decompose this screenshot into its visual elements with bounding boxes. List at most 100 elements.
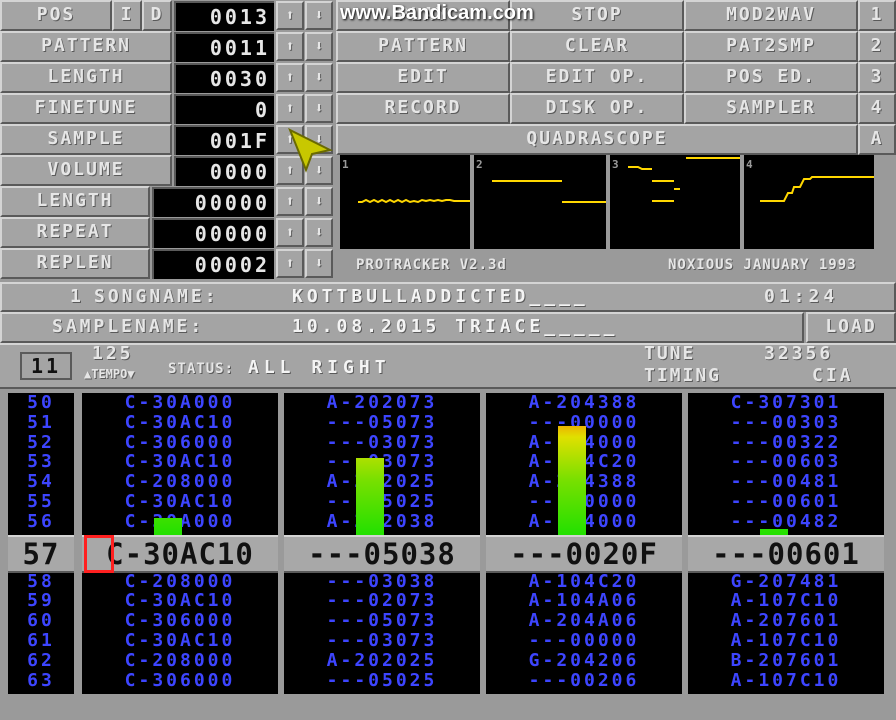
pattern-row: ---00481	[730, 471, 842, 493]
pattern-row: ---00303	[730, 411, 842, 433]
row-number: 58	[27, 570, 55, 592]
quadrascope-title: QUADRASCOPE	[336, 124, 858, 155]
tab-3-button[interactable]: 3	[858, 62, 896, 93]
pattern-row: C-306000	[124, 610, 236, 632]
pattern-row: G-204206	[528, 649, 640, 671]
pattern-row: C-208000	[124, 570, 236, 592]
pattern-row: A-204388	[528, 393, 640, 413]
status-label: STATUS:	[168, 361, 235, 377]
bpm-value: 125	[92, 343, 134, 364]
disk-op-button[interactable]: DISK OP.	[510, 93, 684, 124]
timing-value[interactable]: CIA	[812, 364, 854, 388]
replen-up-arrow-icon[interactable]: ⬆	[276, 249, 304, 278]
pattern-row: A-204A06	[528, 610, 640, 632]
pattern-row: ---00603	[730, 451, 842, 473]
pattern-row: ---05073	[326, 610, 438, 632]
current-row-channel-4[interactable]: ---00601	[688, 535, 884, 573]
finetune-down-arrow-icon[interactable]: ⬇	[305, 94, 333, 123]
pattern-play-button[interactable]: PATTERN	[336, 31, 510, 62]
pattern-row: A-107C10	[730, 669, 842, 691]
length-value: 0030	[174, 63, 274, 93]
tune-value: 32356	[764, 343, 834, 364]
sample-length-value: 00000	[152, 187, 274, 217]
pattern-row: A-104A06	[528, 590, 640, 612]
repeat-up-arrow-icon[interactable]: ⬆	[276, 218, 304, 247]
volume-value: 0000	[174, 156, 274, 186]
pattern-up-arrow-icon[interactable]: ⬆	[276, 32, 304, 61]
credit-label: NOXIOUS JANUARY 1993	[668, 257, 857, 273]
sample-length-label: LENGTH	[0, 186, 150, 217]
song-time: 01:24	[764, 286, 839, 307]
clear-button[interactable]: CLEAR	[510, 31, 684, 62]
pos-label: POS	[0, 0, 112, 31]
replen-down-arrow-icon[interactable]: ⬇	[305, 249, 333, 278]
delete-position-button[interactable]: D	[142, 0, 172, 31]
current-row-channel-3[interactable]: ---0020F	[486, 535, 682, 573]
stop-button[interactable]: STOP	[510, 0, 684, 31]
scope-channel-2[interactable]: 2	[474, 155, 606, 249]
pattern-row: B-207601	[730, 649, 842, 671]
mod2wav-button[interactable]: MOD2WAV	[684, 0, 858, 31]
pattern-row: A-202025	[326, 649, 438, 671]
sample-length-down-arrow-icon[interactable]: ⬇	[305, 187, 333, 216]
repeat-down-arrow-icon[interactable]: ⬇	[305, 218, 333, 247]
repeat-value: 00000	[152, 218, 274, 248]
pattern-row: ---00000	[528, 629, 640, 651]
scope-channel-4[interactable]: 4	[744, 155, 874, 249]
pattern-row: ---05073	[326, 411, 438, 433]
sample-label: SAMPLE	[0, 124, 172, 155]
row-number: 55	[27, 490, 55, 512]
current-row-channel-2[interactable]: ---05038	[284, 535, 480, 573]
pattern-value: 0011	[174, 32, 274, 62]
pattern-row: A-107C10	[730, 590, 842, 612]
quadrascope-toggle-button[interactable]: A	[858, 124, 896, 155]
edit-cursor	[84, 535, 114, 573]
finetune-label: FINETUNE	[0, 93, 172, 124]
pattern-row: C-30AC10	[124, 629, 236, 651]
pos-down-arrow-icon[interactable]: ⬇	[305, 1, 333, 30]
tab-4-button[interactable]: 4	[858, 93, 896, 124]
scope-2-waveform	[492, 180, 606, 203]
pos-up-arrow-icon[interactable]: ⬆	[276, 1, 304, 30]
pat2smp-button[interactable]: PAT2SMP	[684, 31, 858, 62]
samplename-field[interactable]: 10.08.2015 TRIACE_____	[292, 313, 618, 340]
row-number: 54	[27, 471, 55, 493]
edit-button[interactable]: EDIT	[336, 62, 510, 93]
songname-field[interactable]: KOTTBULLADDICTED____	[292, 283, 589, 310]
row-number: 61	[27, 629, 55, 651]
scope-channel-3[interactable]: 3	[610, 155, 740, 249]
tab-2-button[interactable]: 2	[858, 31, 896, 62]
pattern-row: A-104C20	[528, 570, 640, 592]
tempo-label[interactable]: ▲TEMPO▼	[84, 364, 135, 384]
replen-value: 00002	[152, 249, 274, 279]
length-up-arrow-icon[interactable]: ⬆	[276, 63, 304, 92]
vu-meter-3	[558, 426, 586, 535]
pattern-row: C-30A000	[124, 393, 236, 413]
finetune-value: 0	[174, 94, 274, 124]
pos-ed-button[interactable]: POS ED.	[684, 62, 858, 93]
pattern-row: ---03073	[326, 629, 438, 651]
row-number: 59	[27, 590, 55, 612]
pattern-row: ---00322	[730, 431, 842, 453]
length-down-arrow-icon[interactable]: ⬇	[305, 63, 333, 92]
edit-op-button[interactable]: EDIT OP.	[510, 62, 684, 93]
insert-position-button[interactable]: I	[112, 0, 142, 31]
volume-label: VOLUME	[0, 155, 172, 186]
sampler-button[interactable]: SAMPLER	[684, 93, 858, 124]
scope-channel-1[interactable]: 1	[340, 155, 470, 249]
tab-1-button[interactable]: 1	[858, 0, 896, 31]
sample-length-up-arrow-icon[interactable]: ⬆	[276, 187, 304, 216]
length-label: LENGTH	[0, 62, 172, 93]
timing-label: TIMING	[644, 365, 722, 386]
pattern-row: G-207481	[730, 570, 842, 592]
pattern-down-arrow-icon[interactable]: ⬇	[305, 32, 333, 61]
row-number: 62	[27, 649, 55, 671]
pattern-row: ---00206	[528, 669, 640, 691]
record-button[interactable]: RECORD	[336, 93, 510, 124]
row-number: 52	[27, 431, 55, 453]
finetune-up-arrow-icon[interactable]: ⬆	[276, 94, 304, 123]
vu-meter-1	[154, 518, 182, 535]
load-button[interactable]: LOAD	[806, 312, 896, 343]
pattern-row: C-208000	[124, 649, 236, 671]
repeat-label: REPEAT	[0, 217, 150, 248]
